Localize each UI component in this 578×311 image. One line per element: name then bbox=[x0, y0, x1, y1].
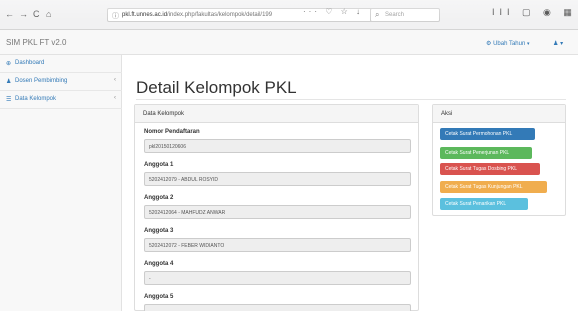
field-value: 5202412079 - ABDUL ROSYID bbox=[149, 177, 219, 183]
title-divider bbox=[136, 99, 566, 100]
app-brand[interactable]: SIM PKL FT v2.0 bbox=[6, 38, 66, 47]
field-value: - bbox=[149, 276, 151, 282]
button-label: Cetak Surat Tugas Kunjungan PKL bbox=[445, 184, 523, 190]
reload-icon[interactable]: C bbox=[33, 9, 40, 20]
field-label-anggota-2: Anggota 2 bbox=[144, 195, 174, 201]
nomor-pendaftaran-field[interactable]: pkl20150120606 bbox=[144, 139, 411, 153]
field-value: pkl20150120606 bbox=[149, 144, 186, 150]
field-label-anggota-5: Anggota 5 bbox=[144, 294, 174, 300]
browser-search-input[interactable]: ⌕ Search bbox=[370, 8, 440, 22]
anggota-4-field[interactable]: - bbox=[144, 271, 411, 285]
ubah-tahun-label: Ubah Tahun bbox=[493, 41, 526, 47]
browser-toolbar: ← → C ⌂ ⓘ pkl.ft.unnes.ac.id/index.php/f… bbox=[0, 0, 578, 30]
url-text[interactable]: pkl.ft.unnes.ac.id/index.php/fakultas/ke… bbox=[122, 12, 272, 18]
sidebar-item-dashboard[interactable]: ⊕ Dashboard bbox=[0, 55, 122, 73]
user-menu[interactable]: ♟ ▾ bbox=[553, 40, 563, 47]
cetak-surat-tugas-kunjungan-button[interactable]: Cetak Surat Tugas Kunjungan PKL bbox=[440, 181, 547, 193]
sidebar: ⊕ Dashboard ♟ Dosen Pembimbing ‹ ☰ Data … bbox=[0, 55, 122, 311]
sidebar-item-label: Data Kelompok bbox=[15, 96, 57, 102]
cetak-surat-permohonan-button[interactable]: Cetak Surat Permohonan PKL bbox=[440, 128, 535, 140]
gear-icon: ⚙ bbox=[486, 41, 492, 47]
back-icon[interactable]: ← bbox=[5, 9, 14, 20]
sidebar-item-label: Dosen Pembimbing bbox=[15, 78, 68, 84]
ubah-tahun-menu[interactable]: ⚙ Ubah Tahun ▾ bbox=[486, 40, 530, 47]
page-actions-icons[interactable]: ··· ♡ ☆ ↓ bbox=[303, 7, 363, 16]
sidebar-item-data-kelompok[interactable]: ☰ Data Kelompok ‹ bbox=[0, 91, 122, 109]
search-icon: ⌕ bbox=[375, 10, 380, 19]
anggota-1-field[interactable]: 5202412079 - ABDUL ROSYID bbox=[144, 172, 411, 186]
chevron-left-icon: ‹ bbox=[114, 77, 116, 83]
cetak-surat-penarikan-button[interactable]: Cetak Surat Penarikan PKL bbox=[440, 198, 528, 210]
cetak-surat-tugas-dosbing-button[interactable]: Cetak Surat Tugas Dosbing PKL bbox=[440, 163, 540, 175]
button-label: Cetak Surat Penerjunan PKL bbox=[445, 150, 510, 156]
anggota-2-field[interactable]: 5202412064 - MAHFUDZ ANWAR bbox=[144, 205, 411, 219]
field-label-anggota-4: Anggota 4 bbox=[144, 261, 174, 267]
panel-title: Aksi bbox=[441, 111, 453, 117]
search-placeholder: Search bbox=[385, 12, 405, 18]
url-host: pkl.ft.unnes.ac.id bbox=[122, 12, 168, 18]
anggota-5-field[interactable] bbox=[144, 304, 411, 311]
forward-icon[interactable]: → bbox=[19, 9, 28, 20]
browser-menu-icons[interactable]: III ▢ ◉ ▦ ≡ bbox=[492, 7, 578, 18]
panel-title: Data Kelompok bbox=[143, 111, 185, 117]
home-icon[interactable]: ⌂ bbox=[46, 9, 51, 20]
site-info-icon[interactable]: ⓘ bbox=[112, 11, 119, 21]
list-icon: ☰ bbox=[6, 97, 12, 103]
button-label: Cetak Surat Permohonan PKL bbox=[445, 131, 513, 137]
user-icon: ♟ bbox=[553, 41, 559, 47]
anggota-3-field[interactable]: 5202412072 - FEBER WIDIANTO bbox=[144, 238, 411, 252]
button-label: Cetak Surat Penarikan PKL bbox=[445, 201, 507, 207]
panel-heading: Aksi bbox=[433, 105, 565, 123]
user-icon: ♟ bbox=[6, 79, 12, 85]
chevron-down-icon: ▾ bbox=[526, 41, 530, 47]
sidebar-item-dosen-pembimbing[interactable]: ♟ Dosen Pembimbing ‹ bbox=[0, 73, 122, 91]
page-title: Detail Kelompok PKL bbox=[136, 78, 297, 97]
sidebar-item-label: Dashboard bbox=[15, 60, 45, 66]
panel-heading: Data Kelompok bbox=[135, 105, 418, 123]
cetak-surat-penerjunan-button[interactable]: Cetak Surat Penerjunan PKL bbox=[440, 147, 532, 159]
field-value: 5202412064 - MAHFUDZ ANWAR bbox=[149, 210, 226, 216]
field-label-anggota-1: Anggota 1 bbox=[144, 162, 174, 168]
dashboard-icon: ⊕ bbox=[6, 61, 12, 67]
chevron-down-icon: ▾ bbox=[560, 41, 564, 47]
button-label: Cetak Surat Tugas Dosbing PKL bbox=[445, 166, 517, 172]
chevron-left-icon: ‹ bbox=[114, 95, 116, 101]
field-label-nomor-pendaftaran: Nomor Pendaftaran bbox=[144, 129, 200, 135]
field-value: 5202412072 - FEBER WIDIANTO bbox=[149, 243, 225, 249]
app-navbar: SIM PKL FT v2.0 ⚙ Ubah Tahun ▾ ♟ ▾ bbox=[0, 30, 578, 55]
url-path: /index.php/fakultas/kelompok/detail/199 bbox=[167, 12, 273, 18]
field-label-anggota-3: Anggota 3 bbox=[144, 228, 174, 234]
